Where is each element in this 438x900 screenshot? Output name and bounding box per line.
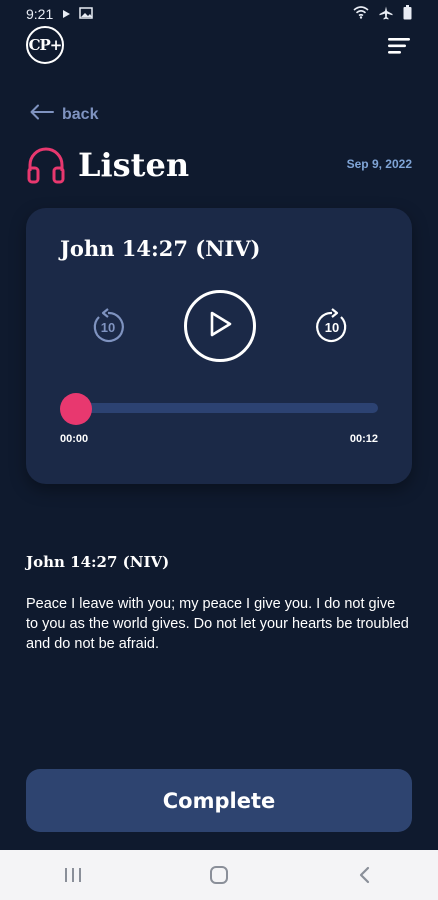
forward-seconds: 10 <box>325 320 339 335</box>
wifi-icon <box>353 6 369 22</box>
headphones-icon <box>26 145 66 185</box>
progress-track[interactable] <box>60 403 378 413</box>
home-icon[interactable] <box>189 855 249 895</box>
rewind-10-icon[interactable]: 10 <box>90 308 126 344</box>
play-icon <box>61 6 71 22</box>
player-title: John 14:27 (NIV) <box>60 236 261 261</box>
page-title: Listen <box>78 146 190 184</box>
status-left: 9:21 <box>26 6 93 22</box>
back-chevron-icon[interactable] <box>335 855 395 895</box>
progress-thumb[interactable] <box>60 393 92 425</box>
back-link[interactable]: back <box>30 104 98 125</box>
arrow-left-icon <box>30 104 54 125</box>
recents-icon[interactable] <box>43 855 103 895</box>
play-icon <box>207 310 233 343</box>
app-bar: CP+ <box>0 26 438 66</box>
play-button[interactable] <box>184 290 256 362</box>
duration-time: 00:12 <box>349 433 378 445</box>
image-icon <box>79 6 93 22</box>
forward-10-icon[interactable]: 10 <box>314 308 350 344</box>
status-right <box>353 5 412 23</box>
airplane-icon <box>379 6 393 23</box>
app-logo: CP+ <box>26 26 64 64</box>
verse-text: Peace I leave with you; my peace I give … <box>26 596 409 652</box>
page-header: Listen Sep 9, 2022 <box>26 140 412 190</box>
battery-icon <box>403 5 412 23</box>
hamburger-menu-icon[interactable] <box>388 36 412 56</box>
status-time: 9:21 <box>26 6 54 22</box>
verse-reference: John 14:27 (NIV) <box>26 553 170 571</box>
back-label: back <box>62 105 99 123</box>
audio-player-card: John 14:27 (NIV) 10 10 00:00 00:12 <box>26 208 412 484</box>
system-nav-bar <box>0 850 438 900</box>
current-time: 00:00 <box>60 433 89 445</box>
status-bar: 9:21 <box>0 0 438 28</box>
complete-button[interactable]: Complete <box>26 769 412 832</box>
rewind-seconds: 10 <box>101 320 115 335</box>
date-label: Sep 9, 2022 <box>346 157 412 171</box>
